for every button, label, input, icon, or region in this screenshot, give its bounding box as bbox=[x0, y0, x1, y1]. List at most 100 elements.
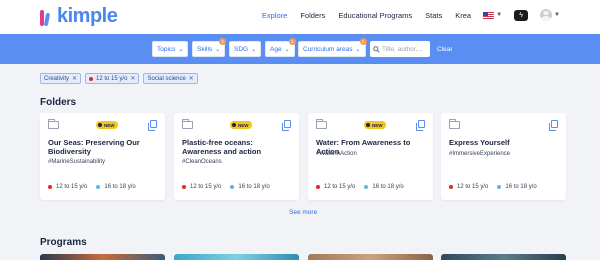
folder-hashtag: #ImmersiveExperience bbox=[449, 151, 511, 157]
filter-curriculum-areas[interactable]: Curriculum areas ⌄ 1 bbox=[298, 38, 367, 57]
age-range: 12 to 15 y/o 16 to 18 y/o bbox=[316, 184, 404, 190]
age-dot-icon bbox=[449, 185, 453, 189]
copy-icon[interactable] bbox=[416, 120, 425, 131]
top-navigation-bar: kimple Explore Folders Educational Progr… bbox=[0, 0, 600, 34]
folder-hashtag: #MarineSustainability bbox=[48, 159, 106, 165]
active-filter-chips: Creativity ✕ 12 to 15 y/o ✕ Social science… bbox=[40, 73, 202, 84]
age-dot-icon bbox=[497, 185, 502, 189]
age-label: 12 to 15 y/o bbox=[190, 184, 222, 190]
filter-label: SDG bbox=[234, 45, 249, 53]
filter-label: Skills bbox=[197, 45, 213, 53]
folder-icon bbox=[316, 119, 327, 129]
age-label: 12 to 15 y/o bbox=[56, 184, 88, 190]
new-badge-label: NEW bbox=[104, 122, 115, 128]
chevron-down-icon[interactable]: ▼ bbox=[496, 12, 502, 18]
age-dot-icon bbox=[48, 185, 52, 189]
close-icon[interactable]: ✕ bbox=[189, 75, 194, 82]
folder-card[interactable]: NEW Plastic-free oceans: Awareness and a… bbox=[174, 113, 299, 200]
age-label: 16 to 18 y/o bbox=[104, 184, 136, 190]
filter-skills[interactable]: Skills ⌄ 1 bbox=[192, 38, 227, 57]
chevron-down-icon: ⌄ bbox=[251, 46, 257, 53]
new-badge: NEW bbox=[96, 121, 118, 129]
filter-label: Curriculum areas bbox=[303, 45, 353, 53]
folders-heading: Folders bbox=[40, 97, 77, 108]
main-nav: Explore Folders Educational Programs Sta… bbox=[249, 9, 560, 21]
see-more-link[interactable]: See more bbox=[289, 209, 317, 216]
folder-icon bbox=[48, 119, 59, 129]
age-label: 16 to 18 y/o bbox=[505, 184, 537, 190]
logo-text: kimple bbox=[57, 5, 118, 27]
avatar[interactable] bbox=[540, 9, 553, 21]
nav-stats[interactable]: Stats bbox=[425, 11, 442, 20]
copy-icon[interactable] bbox=[282, 120, 291, 131]
folder-icon bbox=[449, 119, 460, 129]
filter-sdg[interactable]: SDG ⌄ bbox=[229, 41, 262, 57]
chip-label: Creativity bbox=[44, 75, 70, 82]
chip-label: Social science bbox=[147, 75, 186, 82]
close-icon[interactable]: ✕ bbox=[72, 75, 77, 82]
filter-label: Topics bbox=[157, 45, 176, 53]
folder-card[interactable]: NEW Water: From Awareness to Action #Wat… bbox=[308, 113, 433, 200]
folder-title: Our Seas: Preserving Our Biodiversity bbox=[48, 138, 140, 156]
age-dot-icon bbox=[364, 185, 369, 189]
chevron-down-icon: ⌄ bbox=[178, 46, 184, 53]
chip-creativity[interactable]: Creativity ✕ bbox=[40, 73, 82, 84]
age-label: 16 to 18 y/o bbox=[372, 184, 404, 190]
close-icon[interactable]: ✕ bbox=[130, 75, 135, 82]
filter-count-badge: 1 bbox=[359, 38, 367, 45]
age-dot-icon bbox=[230, 185, 235, 189]
copy-icon[interactable] bbox=[148, 120, 157, 131]
new-badge: NEW bbox=[364, 121, 386, 129]
filter-bar: Topics ⌄ Skills ⌄ 1 SDG ⌄ Age ⌄ 1 Curriculum… bbox=[0, 34, 600, 64]
folder-hashtag: #CleanOceans bbox=[182, 159, 222, 165]
search-box[interactable] bbox=[370, 41, 430, 57]
age-range: 12 to 15 y/o 16 to 18 y/o bbox=[182, 184, 270, 190]
age-dot-icon bbox=[316, 185, 320, 189]
folder-title: Express Yourself bbox=[449, 138, 510, 147]
filter-age[interactable]: Age ⌄ 1 bbox=[265, 38, 296, 57]
chip-age-12-15[interactable]: 12 to 15 y/o ✕ bbox=[85, 73, 140, 84]
clear-filters-button[interactable]: Clear bbox=[437, 46, 453, 53]
age-label: 12 to 15 y/o bbox=[324, 184, 356, 190]
chevron-down-icon: ⌄ bbox=[284, 46, 290, 53]
age-dot-icon bbox=[89, 76, 94, 81]
age-range: 12 to 15 y/o 16 to 18 y/o bbox=[48, 184, 136, 190]
program-thumbnail[interactable] bbox=[174, 254, 299, 260]
folder-hashtag: #WaterInAction bbox=[316, 151, 357, 157]
programs-heading: Programs bbox=[40, 237, 87, 248]
chevron-down-icon: ⌄ bbox=[355, 46, 361, 53]
nav-explore[interactable]: Explore bbox=[262, 11, 287, 20]
nav-krea[interactable]: Krea bbox=[455, 11, 471, 20]
program-thumbnail[interactable] bbox=[40, 254, 165, 260]
chevron-down-icon: ⌄ bbox=[215, 46, 221, 53]
nav-folders[interactable]: Folders bbox=[300, 11, 325, 20]
search-icon bbox=[373, 45, 380, 53]
age-label: 16 to 18 y/o bbox=[238, 184, 270, 190]
new-badge-label: NEW bbox=[372, 122, 383, 128]
logo-mark bbox=[40, 8, 56, 26]
age-dot-icon bbox=[182, 185, 186, 189]
search-input[interactable] bbox=[382, 45, 428, 53]
age-range: 12 to 15 y/o 16 to 18 y/o bbox=[449, 184, 537, 190]
nav-educational-programs[interactable]: Educational Programs bbox=[338, 11, 412, 20]
chevron-down-icon[interactable]: ▼ bbox=[554, 12, 560, 18]
age-dot-icon bbox=[96, 185, 101, 189]
filter-count-badge: 1 bbox=[288, 38, 296, 45]
filter-label: Age bbox=[270, 45, 282, 53]
filter-topics[interactable]: Topics ⌄ bbox=[152, 41, 189, 57]
folder-title: Plastic-free oceans: Awareness and actio… bbox=[182, 138, 262, 156]
kimple-logo[interactable]: kimple bbox=[40, 5, 118, 28]
language-flag-icon[interactable] bbox=[483, 11, 495, 19]
program-thumbnail[interactable] bbox=[308, 254, 433, 260]
program-thumbnail[interactable] bbox=[441, 254, 566, 260]
new-badge-label: NEW bbox=[238, 122, 249, 128]
new-badge: NEW bbox=[230, 121, 252, 129]
lightning-icon[interactable]: ϟ bbox=[514, 9, 529, 21]
chip-social-science[interactable]: Social science ✕ bbox=[143, 73, 198, 84]
age-label: 12 to 15 y/o bbox=[457, 184, 489, 190]
folder-card[interactable]: Express Yourself #ImmersiveExperience 12… bbox=[441, 113, 566, 200]
filter-count-badge: 1 bbox=[219, 38, 227, 45]
folder-card[interactable]: NEW Our Seas: Preserving Our Biodiversit… bbox=[40, 113, 165, 200]
copy-icon[interactable] bbox=[549, 120, 558, 131]
chip-label: 12 to 15 y/o bbox=[96, 75, 128, 82]
